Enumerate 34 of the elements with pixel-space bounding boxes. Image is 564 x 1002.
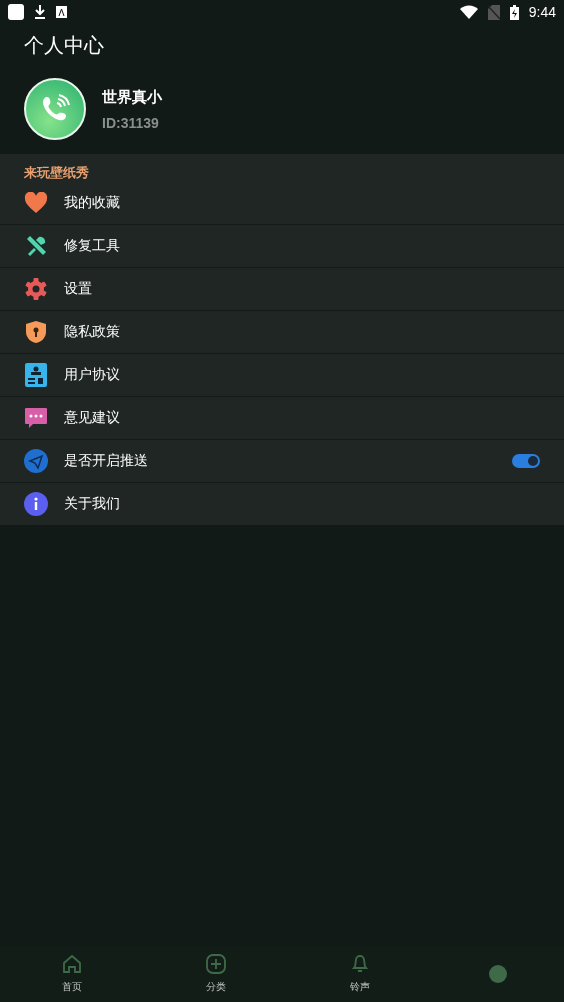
clock: 9:44 bbox=[528, 4, 556, 20]
menu-item[interactable]: 用户协议 bbox=[64, 366, 540, 384]
menu-item[interactable]: 隐私政策 bbox=[64, 323, 540, 341]
battery-icon bbox=[509, 4, 519, 20]
menu-item[interactable]: 设置 bbox=[64, 280, 540, 298]
menu-item[interactable]: 我的收藏 bbox=[64, 194, 540, 212]
shield-icon bbox=[25, 320, 47, 344]
section-title: 来玩壁纸秀 bbox=[23, 164, 90, 182]
id-card-icon bbox=[25, 363, 47, 387]
app-icon bbox=[56, 6, 67, 18]
bell-icon[interactable] bbox=[350, 954, 370, 974]
app-icon bbox=[8, 4, 24, 20]
push-toggle[interactable] bbox=[512, 454, 540, 468]
gear-icon bbox=[24, 277, 48, 301]
nav-tab[interactable]: 分类 bbox=[144, 946, 288, 1002]
wifi-icon bbox=[459, 5, 478, 19]
menu-item[interactable]: 修复工具 bbox=[64, 237, 540, 255]
menu-item[interactable]: 是否开启推送 bbox=[64, 452, 496, 470]
add-icon[interactable] bbox=[206, 954, 226, 974]
circle-icon[interactable] bbox=[488, 964, 508, 984]
no-sim-icon bbox=[487, 4, 500, 20]
home-icon[interactable] bbox=[62, 954, 82, 974]
user-id: ID:31139 bbox=[102, 114, 160, 131]
menu-item[interactable]: 意见建议 bbox=[64, 409, 540, 427]
chat-icon bbox=[24, 406, 48, 430]
info-icon bbox=[24, 492, 48, 516]
user-name: 世界真小 bbox=[102, 87, 162, 107]
nav-tab[interactable]: 铃声 bbox=[288, 946, 432, 1002]
page-title: 个人中心 bbox=[23, 32, 105, 59]
download-icon bbox=[34, 5, 46, 19]
heart-icon bbox=[24, 192, 48, 214]
nav-tab[interactable]: 首页 bbox=[0, 946, 144, 1002]
menu-item[interactable]: 关于我们 bbox=[64, 495, 540, 513]
paper-plane-icon bbox=[24, 449, 48, 473]
